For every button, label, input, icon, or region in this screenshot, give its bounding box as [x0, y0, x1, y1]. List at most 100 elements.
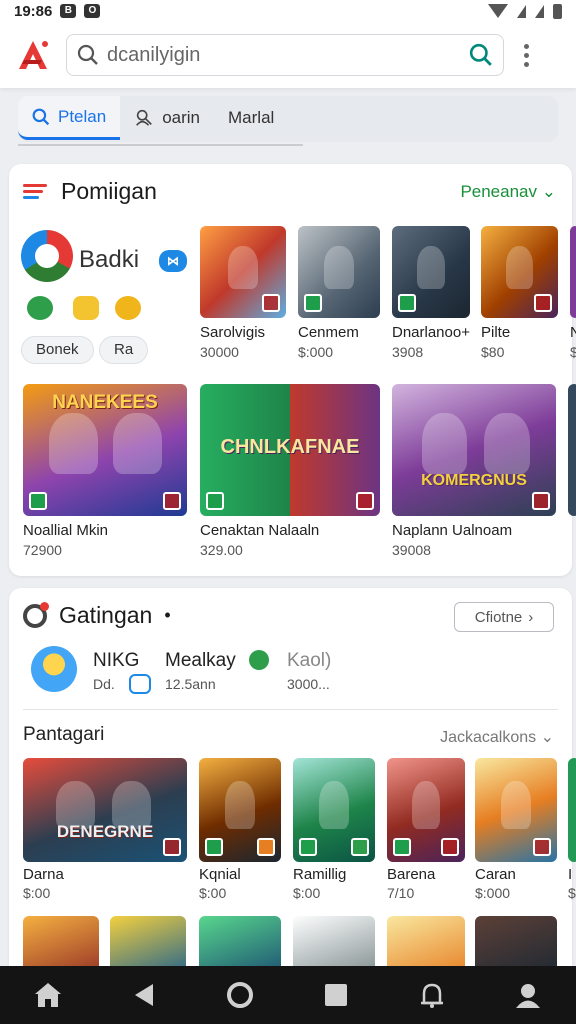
game-tile[interactable] — [387, 758, 465, 862]
game-tile[interactable] — [293, 758, 375, 862]
home-icon[interactable] — [28, 975, 68, 1015]
game-price: $ — [568, 885, 576, 901]
game-tile[interactable] — [392, 226, 470, 318]
link-icon — [129, 674, 151, 694]
user-meta: Dd. — [93, 676, 115, 692]
phone-icon[interactable] — [249, 650, 269, 670]
game-name: Darna — [23, 866, 64, 883]
game-name: Barena — [387, 866, 436, 883]
game-price: $:00 — [23, 885, 51, 901]
feature-price: 39008 — [392, 542, 431, 558]
tab-bar: Ptelan oarin Marlal — [18, 96, 558, 146]
search-submit-icon[interactable] — [469, 43, 493, 67]
menu-lines-icon — [23, 181, 49, 202]
navigation-bar — [0, 966, 576, 1024]
star-icon — [73, 296, 99, 320]
tab-marlal[interactable]: Marlal — [214, 96, 288, 140]
chat-icon — [27, 296, 53, 320]
recents-icon[interactable] — [316, 975, 356, 1015]
game-tile[interactable] — [200, 226, 286, 318]
game-tile[interactable] — [568, 758, 576, 862]
more-options-icon[interactable] — [524, 43, 530, 67]
feature-tile[interactable] — [568, 384, 576, 516]
subsection-title: Pantagari — [23, 724, 105, 745]
home-circle-icon[interactable] — [220, 975, 260, 1015]
section-title: Gatingan — [59, 602, 153, 628]
feature-art-text: CHNLKAFNAE — [220, 436, 360, 458]
tab-ptelan[interactable]: Ptelan — [18, 96, 121, 140]
feature-tile[interactable]: NANEKEES — [23, 384, 187, 516]
app-name: Badki — [79, 246, 140, 273]
featured-app[interactable]: Badki ⋈ Bonek Ra — [21, 226, 189, 376]
search-input[interactable]: dcanilyigin — [107, 44, 469, 67]
notification-o-icon: O — [84, 4, 101, 18]
game-tile[interactable] — [298, 226, 380, 318]
tab-label: Marlal — [228, 108, 275, 127]
feature-name: Noallial Mkin — [23, 522, 109, 539]
game-name: Kqnial — [199, 866, 241, 883]
notifications-icon[interactable] — [412, 975, 452, 1015]
tab-label: Ptelan — [58, 106, 107, 126]
signal-icon-2 — [535, 4, 544, 18]
game-name: N — [570, 324, 576, 341]
tab-underline — [18, 144, 303, 146]
app-chip[interactable]: Bonek — [21, 336, 94, 364]
see-all-link[interactable]: Peneanav ⌄ — [460, 182, 556, 202]
game-price: $ — [570, 344, 576, 360]
feature-name: Cenaktan Nalaaln — [200, 522, 320, 539]
avatar[interactable] — [31, 646, 77, 692]
signal-icon — [517, 4, 526, 18]
feature-price: 72900 — [23, 542, 62, 558]
back-icon[interactable] — [124, 975, 164, 1015]
coin-icon — [115, 296, 141, 320]
status-time: 19:86 — [14, 2, 53, 20]
section-title: Pomiigan — [61, 178, 157, 204]
game-name: Cenmem — [298, 324, 359, 341]
game-tile[interactable] — [481, 226, 558, 318]
status-bar: 19:86 B O — [0, 0, 576, 22]
game-name: Sarolvigis — [200, 324, 266, 341]
feature-price: 329.00 — [200, 542, 243, 558]
game-tile[interactable] — [475, 758, 557, 862]
game-price: $80 — [481, 344, 505, 360]
app-chip[interactable]: Ra — [99, 336, 149, 364]
profile-icon[interactable] — [508, 975, 548, 1015]
more-button[interactable]: Cfiotne › — [454, 602, 554, 632]
top-bar: dcanilyigin — [0, 22, 576, 88]
game-price: $:000 — [298, 344, 334, 360]
feature-tile[interactable]: KOMERGNUS — [392, 384, 556, 516]
chevron-right-icon: › — [528, 608, 534, 626]
game-price: $:000 — [475, 885, 511, 901]
user-name: NIKG — [93, 650, 140, 671]
user-value-sub: 3000... — [287, 676, 330, 692]
feature-tile[interactable]: CHNLKAFNAE — [200, 384, 380, 516]
game-name: Dnarlanoo+ — [392, 324, 470, 341]
game-tile[interactable]: DENEGRNE — [23, 758, 187, 862]
game-price: 30000 — [200, 344, 239, 360]
badge-icon: ⋈ — [159, 250, 187, 272]
chevron-down-icon: ⌄ — [541, 182, 556, 201]
gatingan-section-card: Gatingan • Cfiotne › NIKG Dd. Mealkay 12.… — [9, 588, 576, 978]
gear-icon — [23, 601, 49, 628]
game-price: $:00 — [293, 885, 321, 901]
game-name: Ramillig — [293, 866, 347, 883]
search-bar[interactable]: dcanilyigin — [66, 34, 504, 76]
tab-label: oarin — [162, 108, 201, 127]
chevron-down-icon: ⌄ — [540, 729, 554, 746]
game-name: Pilte — [481, 324, 511, 341]
search-icon — [32, 108, 50, 125]
feature-art-text: KOMERGNUS — [421, 472, 527, 489]
app-logo-icon[interactable] — [14, 36, 52, 74]
person-icon — [136, 109, 153, 126]
section-header: Pomiigan — [23, 178, 157, 205]
sort-dropdown[interactable]: Jackacalkons ⌄ — [440, 727, 554, 747]
game-price: 3908 — [392, 344, 424, 360]
game-tile[interactable] — [199, 758, 281, 862]
game-tile[interactable] — [570, 226, 576, 318]
featured-section-card: Pomiigan Peneanav ⌄ Badki ⋈ Bonek Ra Sar… — [9, 164, 576, 576]
section-header: Gatingan • — [23, 601, 171, 629]
dot-icon: • — [164, 605, 171, 625]
divider — [23, 709, 558, 710]
tab-oarin[interactable]: oarin — [120, 96, 214, 140]
search-icon — [77, 44, 98, 65]
